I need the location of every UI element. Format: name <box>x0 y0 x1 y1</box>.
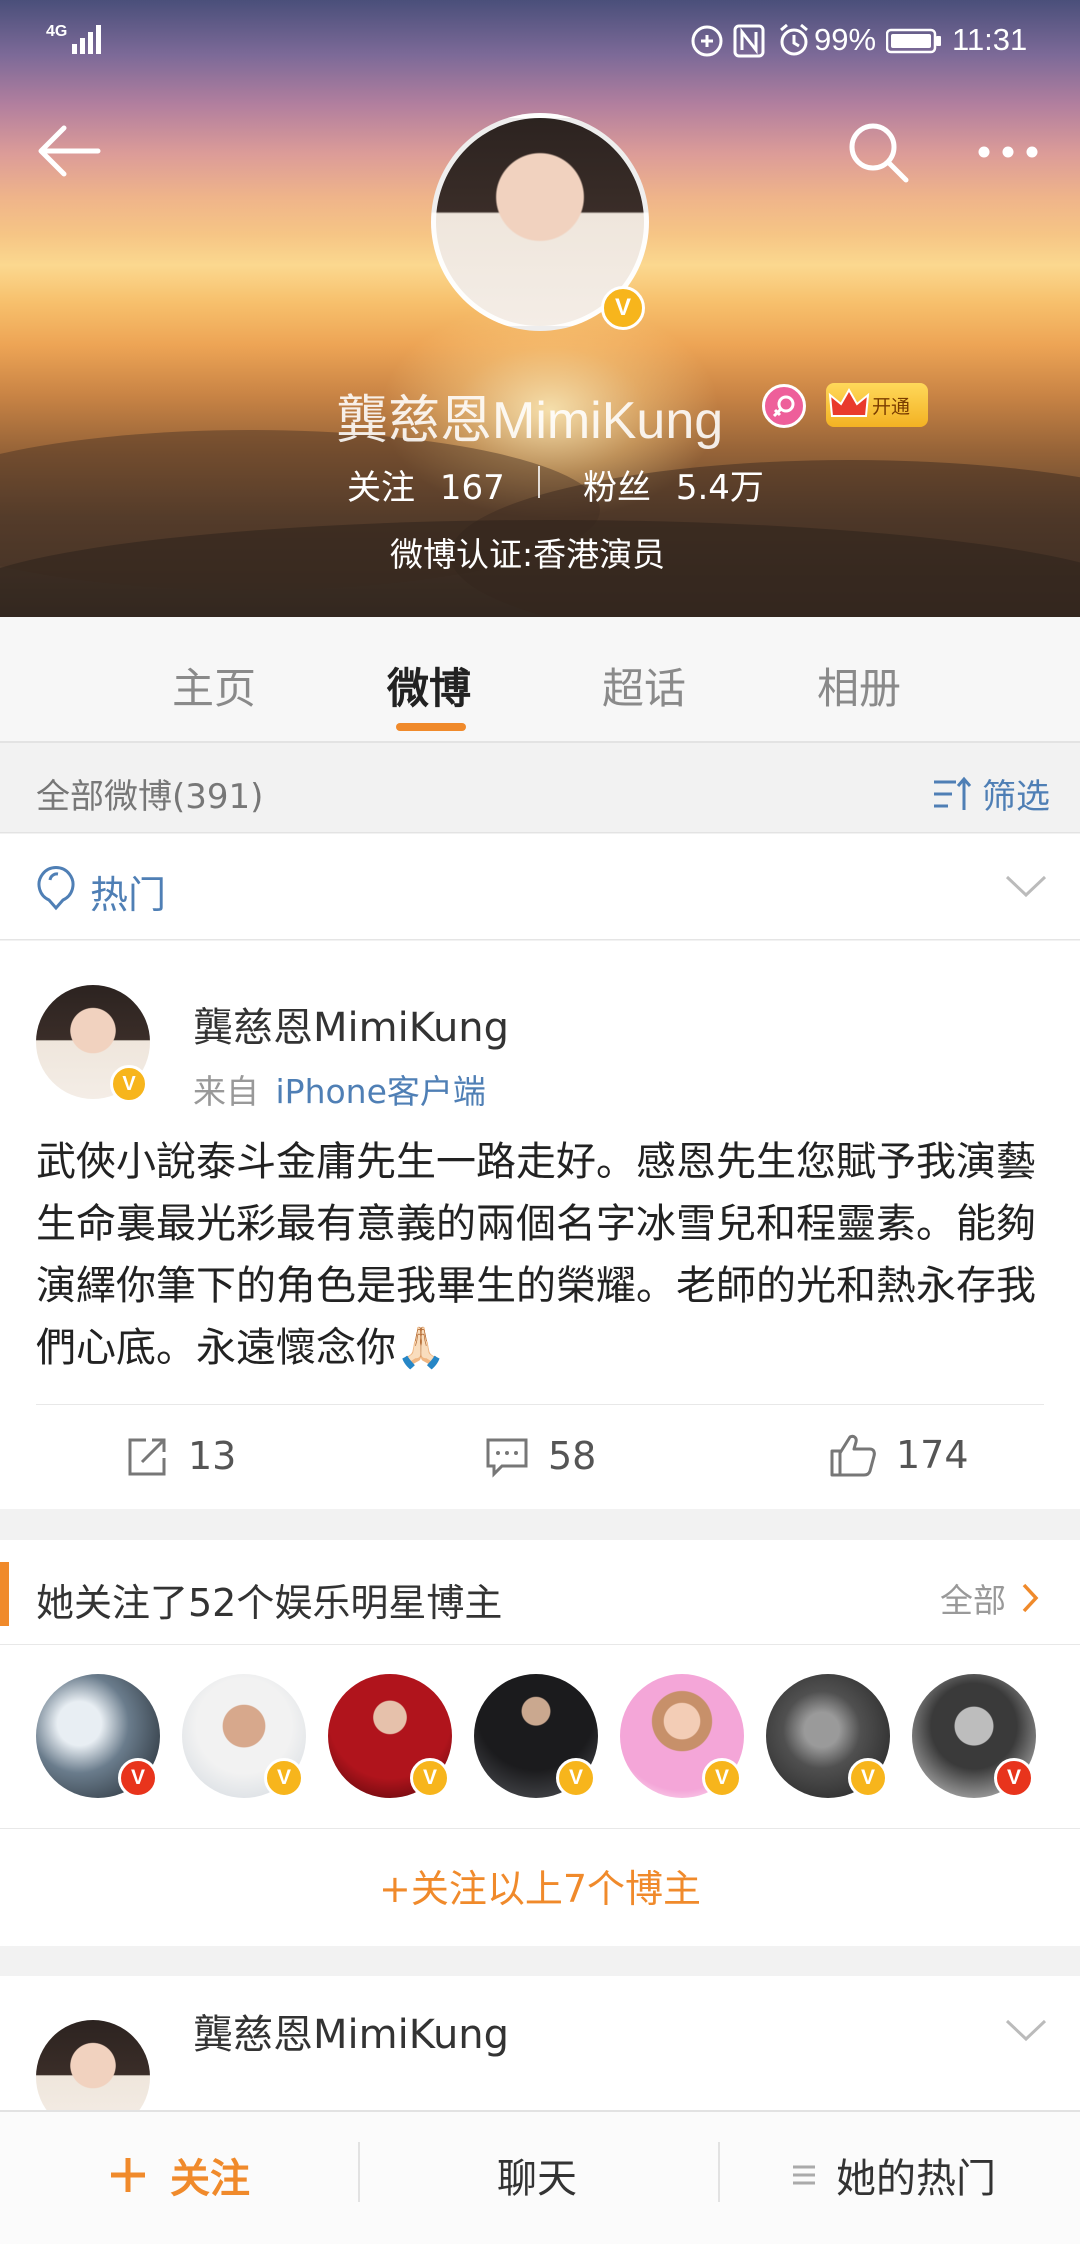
verified-badge: V <box>264 1758 304 1798</box>
plus-icon <box>111 2158 145 2192</box>
verified-badge: V <box>848 1758 888 1798</box>
hot-section-bar[interactable]: 热门 <box>0 834 1080 940</box>
verification-text: 微博认证:香港演员 <box>390 535 666 574</box>
verified-badge: V <box>702 1758 742 1798</box>
alarm-icon <box>780 23 808 56</box>
signal-indicator: 4G <box>46 23 68 40</box>
tab-weibo[interactable]: 微博 <box>387 655 471 716</box>
following-stat[interactable]: 关注 167 <box>347 460 505 509</box>
battery-icon <box>886 28 941 54</box>
weibo-post: 龔慈恩MimiKung <box>0 1976 1080 2134</box>
more-options-icon[interactable] <box>976 142 1040 162</box>
like-icon <box>830 1434 876 1477</box>
bottom-action-bar: 关注 聊天 她的热门 <box>0 2110 1080 2244</box>
post-text: 武俠小說泰斗金庸先生一路走好。感恩先生您賦予我演藝生命裏最光彩最有意義的兩個名字… <box>36 1139 1036 1371</box>
repost-button[interactable]: 13 <box>124 1434 236 1478</box>
bar-divider <box>718 2142 720 2202</box>
battery-percent: 99% <box>814 22 877 57</box>
crown-icon <box>828 387 870 417</box>
repost-icon <box>128 1438 166 1476</box>
tab-home[interactable]: 主页 <box>172 655 256 716</box>
card-accent-bar <box>0 1562 9 1626</box>
tab-album[interactable]: 相册 <box>817 655 901 716</box>
clock: 11:31 <box>952 22 1028 57</box>
post-author-name[interactable]: 龔慈恩MimiKung <box>193 995 509 1053</box>
post-divider <box>36 1404 1044 1405</box>
comment-icon <box>486 1438 528 1478</box>
follow-button[interactable]: 关注 <box>108 2146 250 2204</box>
filter-bar: 全部微博(391) 筛选 <box>0 745 1080 833</box>
filter-button[interactable]: 筛选 <box>930 769 1050 818</box>
active-tab-indicator <box>396 723 466 731</box>
chat-button[interactable]: 聊天 <box>497 2146 577 2204</box>
vip-open-badge[interactable]: 开通 <box>826 383 928 427</box>
verified-badge: V <box>601 286 645 330</box>
bar-divider <box>358 2142 360 2202</box>
chevron-down-icon[interactable] <box>1004 872 1048 900</box>
her-hot-button[interactable]: 她的热门 <box>790 2146 996 2204</box>
follows-card-title: 她关注了52个娱乐明星博主 <box>36 1581 503 1625</box>
card-divider <box>0 1828 1080 1829</box>
n-icon <box>733 24 765 58</box>
profile-name: 龔慈恩MimiKung <box>336 392 724 450</box>
verified-badge: V <box>994 1758 1034 1798</box>
follows-all-link[interactable]: 全部 <box>940 1574 1040 1622</box>
all-posts-count: 全部微博(391) <box>36 777 264 817</box>
profile-tabs: 主页 微博 超话 相册 <box>0 617 1080 743</box>
chevron-right-icon <box>1022 1583 1039 1613</box>
weibo-post: V 龔慈恩MimiKung 来自 iPhone客户端 武俠小說泰斗金庸先生一路走… <box>0 941 1080 1509</box>
verified-badge: V <box>410 1758 450 1798</box>
post-author-name[interactable]: 龔慈恩MimiKung <box>193 2002 509 2060</box>
menu-lines-icon <box>793 2165 815 2185</box>
hot-pin-icon <box>37 866 75 911</box>
search-icon[interactable] <box>846 120 910 184</box>
signal-icon <box>72 25 101 54</box>
card-divider <box>0 1644 1080 1645</box>
follow-all-button[interactable]: +关注以上7个博主 <box>0 1858 1080 1913</box>
follows-card: 她关注了52个娱乐明星博主 全部 V V V V V V V +关注以上7个博主 <box>0 1540 1080 1946</box>
like-button[interactable]: 174 <box>828 1431 969 1479</box>
back-arrow-icon[interactable] <box>36 124 102 178</box>
stat-divider <box>538 466 540 498</box>
nfc-icon <box>691 25 723 57</box>
hot-label: 热门 <box>90 873 167 917</box>
verified-badge: V <box>556 1758 596 1798</box>
filter-icon <box>934 776 972 810</box>
comment-button[interactable]: 58 <box>484 1434 596 1478</box>
chevron-down-icon[interactable] <box>1004 2016 1048 2044</box>
female-gender-icon <box>762 384 806 428</box>
tab-super-topic[interactable]: 超话 <box>602 655 686 716</box>
verified-badge: V <box>110 1065 148 1103</box>
fans-stat[interactable]: 粉丝 5.4万 <box>583 460 764 509</box>
post-source: 来自 iPhone客户端 <box>193 1072 486 1111</box>
verified-badge: V <box>118 1758 158 1798</box>
